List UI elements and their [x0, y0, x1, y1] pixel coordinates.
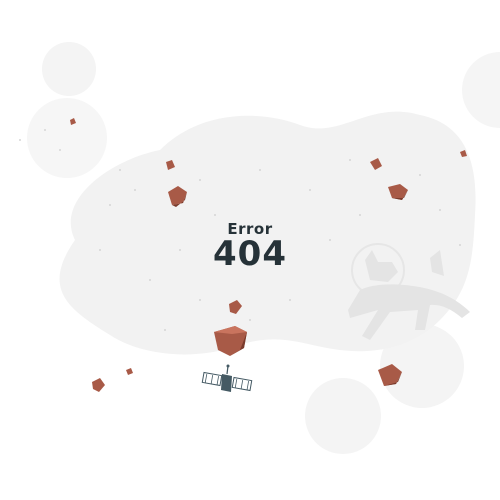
- planet-icon: [42, 42, 96, 96]
- satellite-icon: [201, 364, 253, 392]
- asteroid-icon: [92, 378, 105, 392]
- planet-icon: [305, 378, 381, 454]
- error-404-scene: Error 404: [0, 0, 500, 500]
- planet-icon: [27, 98, 107, 178]
- planet-icon: [462, 52, 500, 128]
- asteroid-icon: [126, 368, 133, 375]
- error-code: 404: [213, 234, 287, 274]
